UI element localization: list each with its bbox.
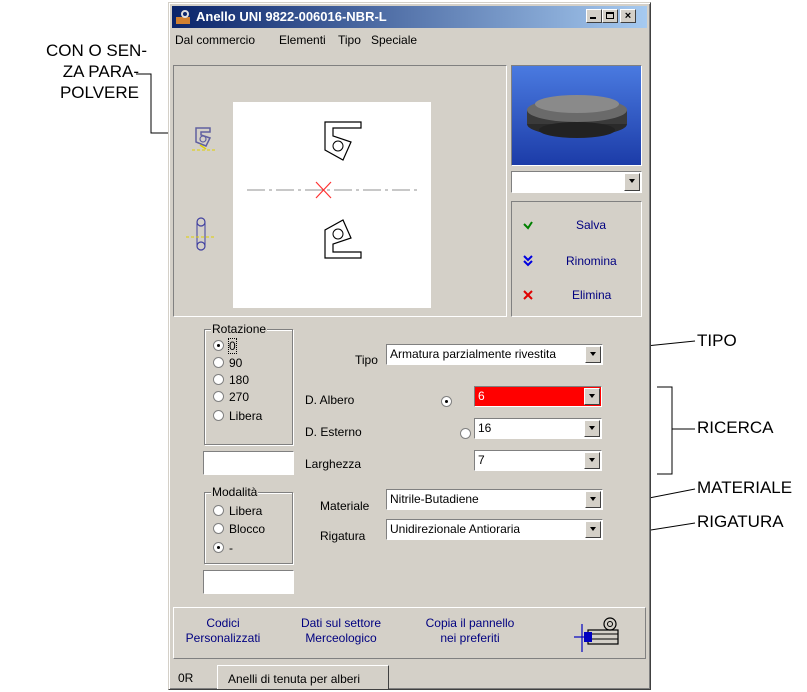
- albero-radio[interactable]: [441, 396, 452, 407]
- menu-speciale[interactable]: Speciale: [371, 33, 417, 47]
- tipo-dropdown[interactable]: [585, 346, 601, 363]
- tipo-label: Tipo: [355, 353, 378, 367]
- radio-icon: [213, 542, 224, 553]
- rotation-option-0[interactable]: 0: [213, 338, 237, 355]
- rotation-option-180[interactable]: 180: [213, 373, 249, 389]
- chevron-down-icon: [590, 497, 596, 501]
- menu-tipo[interactable]: Tipo: [338, 33, 361, 47]
- window-title: Anello UNI 9822-006016-NBR-L: [196, 9, 387, 24]
- chevron-down-icon: [590, 352, 596, 356]
- materiale-dropdown[interactable]: [585, 491, 601, 508]
- radio-icon: [213, 410, 224, 421]
- larghezza-label: Larghezza: [305, 457, 362, 471]
- assembly-icon[interactable]: [572, 614, 622, 652]
- tipo-select[interactable]: Armatura parzialmente rivestita: [386, 344, 603, 365]
- tipo-value: Armatura parzialmente rivestita: [390, 347, 557, 361]
- close-icon: ×: [624, 10, 632, 22]
- delete-label: Elimina: [572, 288, 612, 302]
- dati-settore-link[interactable]: Dati sul settore Merceologico: [286, 616, 396, 646]
- chevron-down-icon: [589, 426, 595, 430]
- radio-icon: [213, 357, 224, 368]
- menu-dal-commercio[interactable]: Dal commercio: [175, 33, 255, 47]
- materiale-label: Materiale: [320, 499, 370, 513]
- radio-icon: [213, 523, 224, 534]
- rotation-input[interactable]: [203, 451, 294, 475]
- rigatura-label: Rigatura: [320, 529, 366, 543]
- 3d-preview: [511, 65, 642, 166]
- mode-option-libera[interactable]: Libera: [213, 504, 262, 520]
- rename-button[interactable]: Rinomina: [516, 252, 636, 272]
- chevron-down-icon: [629, 179, 635, 183]
- app-icon: [176, 10, 190, 24]
- minimize-button[interactable]: [586, 9, 602, 23]
- albero-select[interactable]: 6: [474, 386, 602, 407]
- chevron-down-icon: [589, 394, 595, 398]
- larghezza-value: 7: [478, 453, 485, 467]
- rename-label: Rinomina: [566, 254, 617, 268]
- preview-select[interactable]: [511, 171, 642, 193]
- save-button[interactable]: Salva: [516, 216, 636, 236]
- drawing-panel: [173, 65, 507, 317]
- mode-option-blocco[interactable]: Blocco: [213, 522, 265, 538]
- rotation-option-libera[interactable]: Libera: [213, 409, 262, 425]
- albero-label: D. Albero: [305, 393, 355, 407]
- esterno-select[interactable]: 16: [474, 418, 602, 439]
- double-chevron-down-icon: [523, 255, 533, 267]
- rotation-group: Rotazione 0 90 180 270 Libera: [204, 322, 293, 445]
- albero-value: 6: [478, 389, 485, 403]
- materiale-select[interactable]: Nitrile-Butadiene: [386, 489, 603, 510]
- radio-icon: [213, 374, 224, 385]
- rigatura-select[interactable]: Unidirezionale Antioraria: [386, 519, 603, 540]
- codici-personalizzati-link[interactable]: Codici Personalizzati: [176, 616, 270, 646]
- esterno-label: D. Esterno: [305, 425, 362, 439]
- check-icon: [523, 221, 533, 230]
- mode-option-none[interactable]: -: [213, 541, 233, 557]
- rotation-option-90[interactable]: 90: [213, 356, 242, 372]
- chevron-down-icon: [589, 458, 595, 462]
- esterno-radio[interactable]: [460, 428, 472, 439]
- rotation-option-270[interactable]: 270: [213, 390, 249, 406]
- radio-icon: [213, 505, 224, 516]
- seal-section-drawing: [247, 121, 421, 259]
- seal-3d-image: [527, 95, 627, 138]
- mode-group: Modalità Libera Blocco -: [204, 485, 293, 564]
- action-panel: Salva Rinomina Elimina: [511, 201, 642, 317]
- radio-icon: [213, 340, 224, 351]
- delete-button[interactable]: Elimina: [516, 286, 636, 306]
- materiale-value: Nitrile-Butadiene: [390, 492, 479, 506]
- title-bar[interactable]: Anello UNI 9822-006016-NBR-L ×: [172, 6, 647, 28]
- main-window: Anello UNI 9822-006016-NBR-L × Dal comme…: [168, 2, 651, 690]
- section-canvas: [233, 102, 431, 308]
- rotation-title: Rotazione: [211, 322, 268, 336]
- tab-0r[interactable]: 0R: [173, 668, 213, 688]
- delete-x-icon: [523, 290, 533, 300]
- rigatura-value: Unidirezionale Antioraria: [390, 522, 521, 536]
- menu-bar: Dal commercio Elementi Tipo Speciale: [172, 30, 647, 50]
- rigatura-dropdown[interactable]: [585, 521, 601, 538]
- dust-guard-icon[interactable]: [192, 126, 216, 156]
- save-label: Salva: [576, 218, 607, 232]
- mode-title: Modalità: [211, 485, 259, 499]
- copia-pannello-link[interactable]: Copia il pannello nei preferiti: [410, 616, 530, 646]
- oring-icon[interactable]: [186, 214, 216, 254]
- footer-panel: Codici Personalizzati Dati sul settore M…: [173, 607, 646, 659]
- maximize-button[interactable]: [602, 9, 618, 23]
- albero-dropdown[interactable]: [584, 388, 600, 405]
- preview-select-dropdown[interactable]: [624, 173, 640, 191]
- esterno-value: 16: [478, 421, 492, 435]
- larghezza-select[interactable]: 7: [474, 450, 602, 471]
- tab-anelli[interactable]: Anelli di tenuta per alberi: [217, 665, 389, 689]
- esterno-dropdown[interactable]: [584, 420, 600, 437]
- mode-input[interactable]: [203, 570, 294, 594]
- larghezza-dropdown[interactable]: [584, 452, 600, 469]
- close-button[interactable]: ×: [620, 9, 636, 23]
- menu-elementi[interactable]: Elementi: [279, 33, 326, 47]
- chevron-down-icon: [590, 527, 596, 531]
- radio-icon: [213, 391, 224, 402]
